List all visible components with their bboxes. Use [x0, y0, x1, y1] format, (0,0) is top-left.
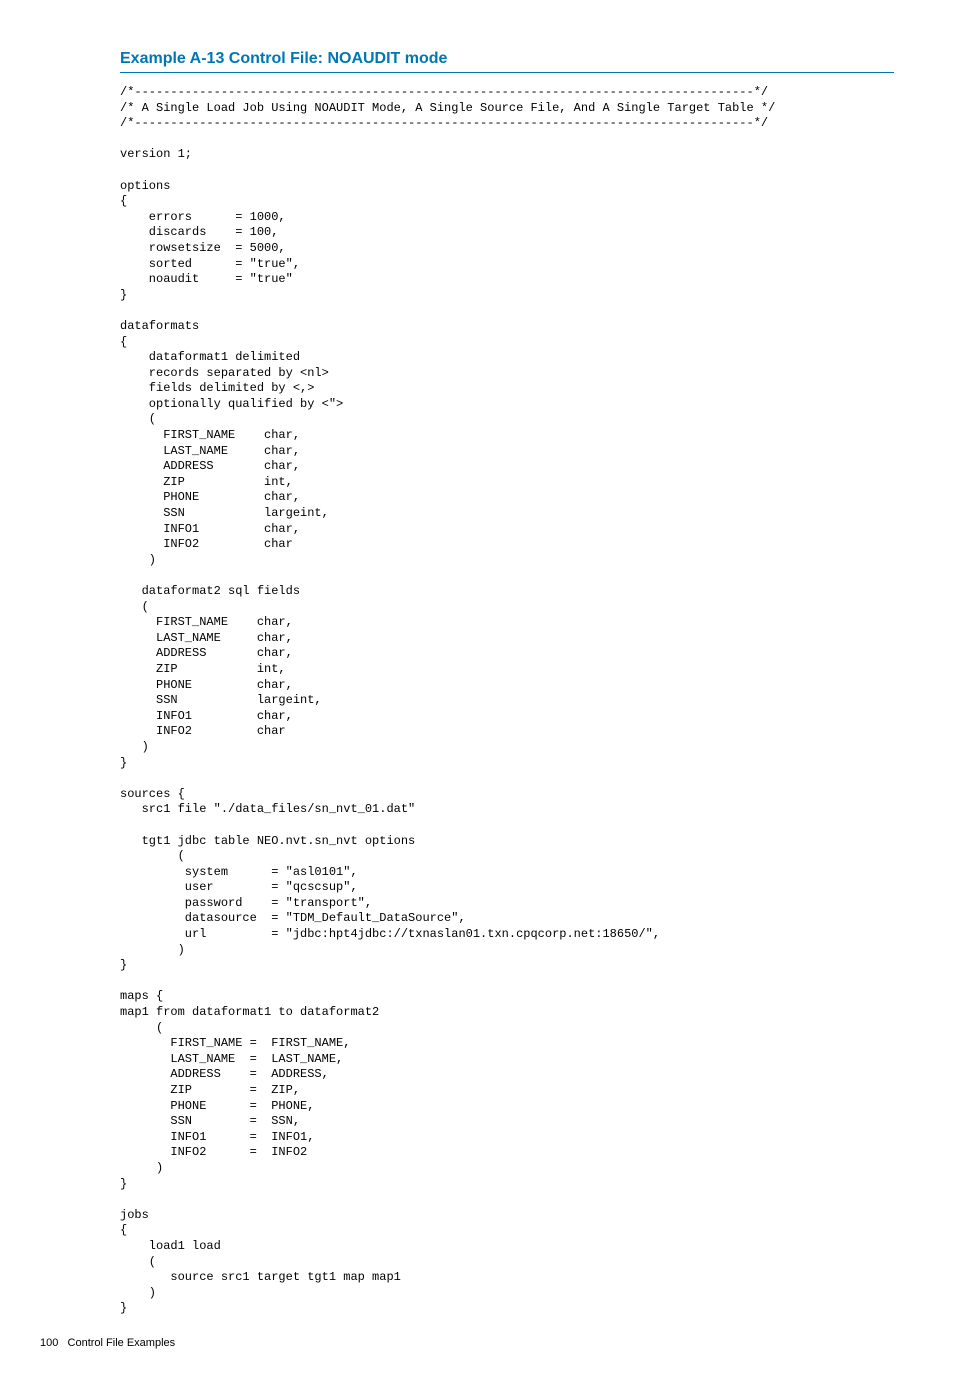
footer-text: Control File Examples — [68, 1337, 176, 1349]
code-block: /*--------------------------------------… — [120, 85, 894, 1317]
page-number: 100 — [40, 1337, 58, 1349]
page-footer: 100 Control File Examples — [40, 1337, 894, 1349]
example-heading: Example A-13 Control File: NOAUDIT mode — [120, 50, 894, 73]
